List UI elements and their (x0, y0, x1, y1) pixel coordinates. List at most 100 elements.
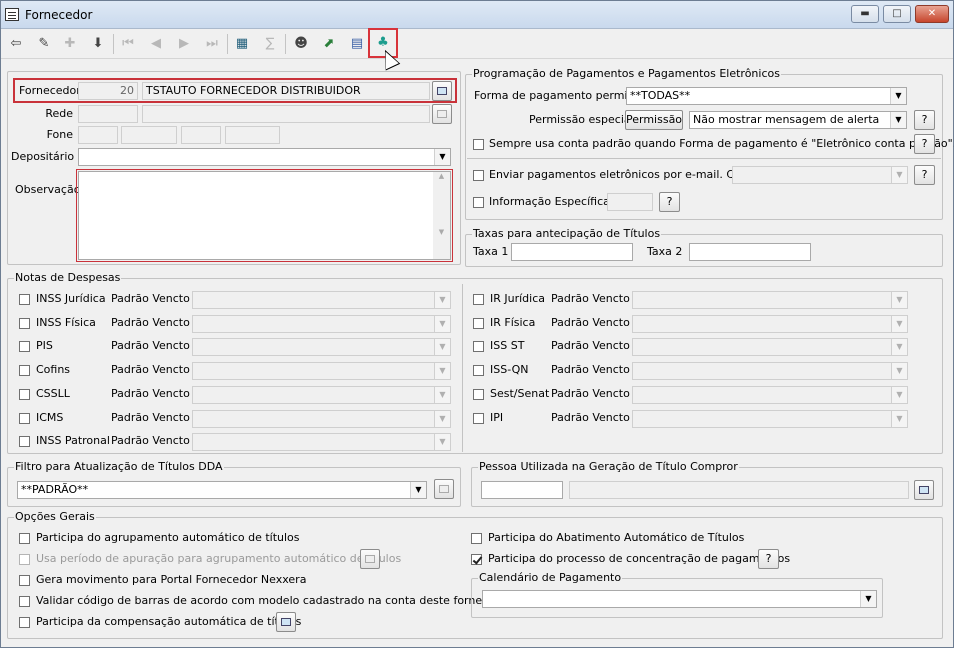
enviar-email-label: Enviar pagamentos eletrônicos por e-mail… (489, 168, 774, 181)
rede-name-field[interactable] (142, 105, 430, 123)
add-icon[interactable]: ✚ (59, 32, 81, 56)
compensacao-config-button[interactable] (276, 612, 296, 632)
title-bar: Fornecedor ▬ □ ✕ (1, 1, 953, 29)
rede-code-field[interactable] (78, 105, 138, 123)
minimize-button[interactable]: ▬ (851, 5, 879, 23)
depositario-select[interactable]: ▼ (78, 148, 451, 166)
taxa2-field[interactable] (689, 243, 811, 261)
forma-pagamento-select[interactable]: **TODAS** ▼ (626, 87, 907, 105)
nota-left-checkbox[interactable] (19, 436, 30, 447)
chevron-down-icon: ▼ (434, 149, 450, 165)
padrao-vencto-select[interactable]: ▼ (192, 291, 451, 309)
padrao-vencto-select[interactable]: ▼ (192, 315, 451, 333)
padrao-vencto-select[interactable]: ▼ (192, 338, 451, 356)
first-icon[interactable]: ⏮ (117, 32, 139, 56)
fornecedor-lookup-button[interactable] (432, 81, 452, 101)
contato-select[interactable]: ▼ (732, 166, 908, 184)
padrao-vencto-select[interactable]: ▼ (632, 386, 908, 404)
fone-number-field[interactable] (121, 126, 177, 144)
maximize-button[interactable]: □ (883, 5, 911, 23)
fornecedor-code-field[interactable]: 20 (78, 82, 138, 100)
close-button[interactable]: ✕ (915, 5, 949, 23)
fone-ramal-field[interactable] (181, 126, 221, 144)
edit-icon[interactable]: ✎ (33, 32, 55, 56)
prev-icon[interactable]: ◀ (145, 32, 167, 56)
opcao-periodo-checkbox[interactable] (19, 554, 30, 565)
info-especifica-field[interactable] (607, 193, 653, 211)
permissao-label: Permissão especial (529, 113, 634, 126)
nota-right-checkbox[interactable] (473, 365, 484, 376)
nota-right-label: IR Física (490, 316, 536, 329)
alerta-select[interactable]: Não mostrar mensagem de alerta ▼ (689, 111, 907, 129)
nota-left-checkbox[interactable] (19, 389, 30, 400)
info-especifica-checkbox[interactable] (473, 197, 484, 208)
next-icon[interactable]: ▶ (173, 32, 195, 56)
help-button[interactable]: ? (914, 110, 935, 130)
help-button[interactable]: ? (914, 165, 935, 185)
nota-left-checkbox[interactable] (19, 294, 30, 305)
nota-right-checkbox[interactable] (473, 318, 484, 329)
help-button[interactable]: ? (758, 549, 779, 569)
person-icon[interactable]: ☻ (290, 32, 312, 56)
concentracao-checkbox[interactable] (471, 554, 482, 565)
pagamentos-title: Programação de Pagamentos e Pagamentos E… (472, 67, 781, 80)
opcao-codigo-barras-checkbox[interactable] (19, 596, 30, 607)
export-icon[interactable]: ⬈ (318, 32, 340, 56)
chevron-down-icon: ▼ (860, 591, 876, 607)
nota-left-checkbox[interactable] (19, 318, 30, 329)
padrao-vencto-select[interactable]: ▼ (192, 386, 451, 404)
taxa1-field[interactable] (511, 243, 633, 261)
nota-right-checkbox[interactable] (473, 413, 484, 424)
observacao-label: Observação (15, 183, 81, 196)
conta-padrao-checkbox[interactable] (473, 139, 484, 150)
padrao-vencto-select[interactable]: ▼ (632, 315, 908, 333)
help-button[interactable]: ? (659, 192, 680, 212)
abatimento-checkbox[interactable] (471, 533, 482, 544)
padrao-vencto-select[interactable]: ▼ (632, 291, 908, 309)
nota-left-checkbox[interactable] (19, 365, 30, 376)
alerta-value: Não mostrar mensagem de alerta (693, 113, 880, 126)
fornecedor-name-field[interactable]: TSTAUTO FORNECEDOR DISTRIBUIDOR (142, 82, 430, 100)
nota-right-checkbox[interactable] (473, 294, 484, 305)
help-button[interactable]: ? (914, 134, 935, 154)
concentracao-label: Participa do processo de concentração de… (488, 552, 791, 565)
last-icon[interactable]: ⏭ (201, 32, 223, 56)
padrao-vencto-select[interactable]: ▼ (632, 362, 908, 380)
nota-right-checkbox[interactable] (473, 389, 484, 400)
padrao-vencto-select[interactable]: ▼ (192, 362, 451, 380)
padrao-vencto-label: Padrão Vencto (111, 292, 190, 305)
calendario-select[interactable]: ▼ (482, 590, 877, 608)
save-icon[interactable]: ⬇ (87, 32, 109, 56)
pessoa-lookup-button[interactable] (914, 480, 934, 500)
dda-filter-button[interactable] (434, 479, 454, 499)
fornecedor-window: Fornecedor ▬ □ ✕ ⇦ ✎ ✚ ⬇ ⏮ ◀ ▶ ⏭ ▦ ∑ ☻ ⬈… (0, 0, 954, 648)
padrao-vencto-select[interactable]: ▼ (192, 433, 451, 451)
calc-icon[interactable]: ∑ (259, 32, 281, 56)
opcao-codigo-barras-label: Validar código de barras de acordo com m… (36, 594, 514, 607)
opcao-nexxera-checkbox[interactable] (19, 575, 30, 586)
exit-icon[interactable]: ⇦ (5, 32, 27, 56)
periodo-config-button[interactable] (360, 549, 380, 569)
film-icon[interactable]: ▦ (231, 32, 253, 56)
nota-left-label: INSS Jurídica (36, 292, 106, 305)
fone-ddd-field[interactable] (78, 126, 118, 144)
pessoa-name-field[interactable] (569, 481, 909, 499)
padrao-vencto-select[interactable]: ▼ (632, 410, 908, 428)
document-icon[interactable]: ▤ (346, 32, 368, 56)
permissao-button[interactable]: Permissão (625, 110, 683, 130)
pessoa-code-field[interactable] (481, 481, 563, 499)
opcao-compensacao-checkbox[interactable] (19, 617, 30, 628)
padrao-vencto-select[interactable]: ▼ (632, 338, 908, 356)
chevron-down-icon: ▼ (890, 88, 906, 104)
nota-left-checkbox[interactable] (19, 413, 30, 424)
forma-pagamento-label: Forma de pagamento permitida (474, 89, 649, 102)
fone-extra-field[interactable] (225, 126, 280, 144)
enviar-email-checkbox[interactable] (473, 170, 484, 181)
dda-select[interactable]: **PADRÃO** ▼ (17, 481, 427, 499)
opcao-agrupamento-checkbox[interactable] (19, 533, 30, 544)
chevron-down-icon: ▼ (891, 167, 907, 183)
nota-right-checkbox[interactable] (473, 341, 484, 352)
nota-left-checkbox[interactable] (19, 341, 30, 352)
rede-lookup-button[interactable] (432, 104, 452, 124)
padrao-vencto-select[interactable]: ▼ (192, 410, 451, 428)
